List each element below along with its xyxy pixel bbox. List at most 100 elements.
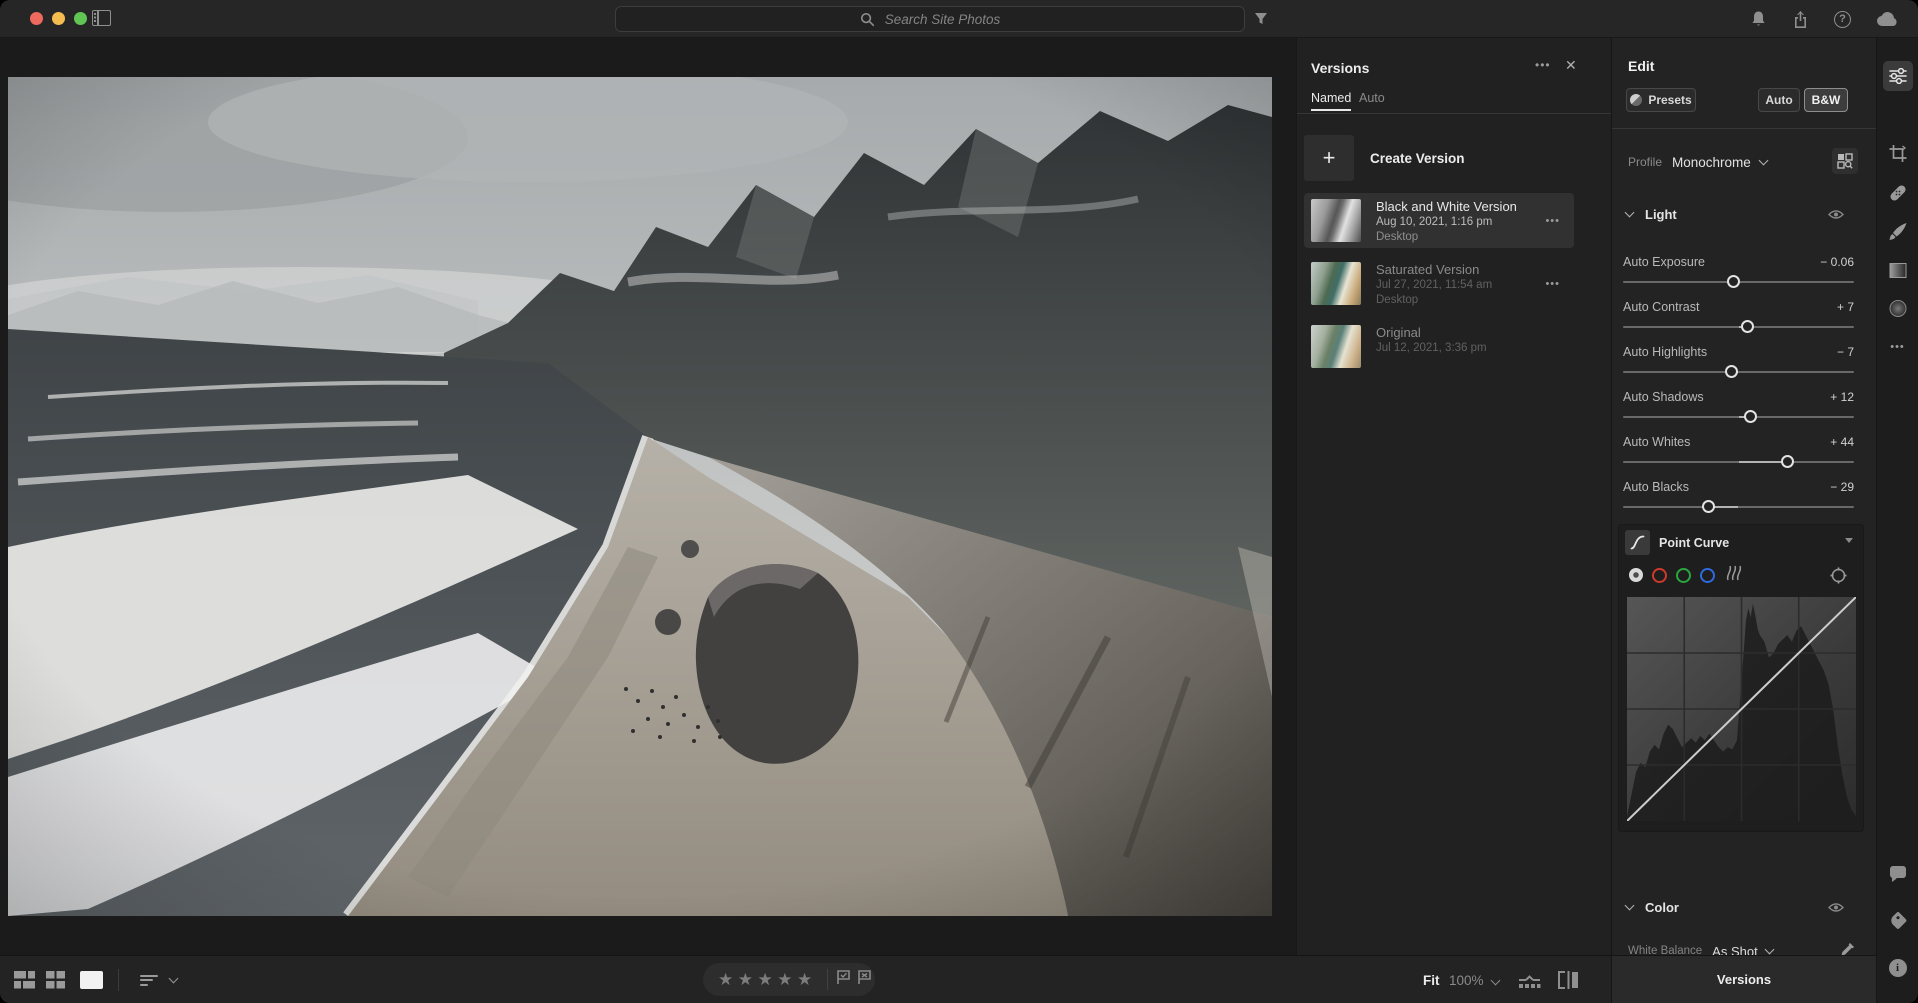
chevron-down-icon[interactable]: [1758, 155, 1768, 165]
filter-icon[interactable]: [1253, 11, 1269, 31]
white-balance-dropdown[interactable]: As Shot: [1712, 944, 1758, 956]
eyedropper-icon[interactable]: [1839, 941, 1856, 955]
chevron-down-icon: [1625, 900, 1635, 910]
eye-icon[interactable]: [1828, 207, 1844, 225]
slider-thumb[interactable]: [1781, 455, 1794, 468]
slider-track[interactable]: [1623, 506, 1854, 508]
slider-value: − 29: [1830, 480, 1854, 494]
star-rating[interactable]: ★★★★★: [718, 963, 813, 996]
zoom-chevron-icon[interactable]: [1491, 976, 1501, 986]
photo-grid-view-icon[interactable]: [14, 956, 35, 1003]
tone-curve-editor[interactable]: [1627, 597, 1856, 821]
channel-blue-button[interactable]: [1700, 568, 1715, 583]
pick-flag-icon[interactable]: [836, 970, 851, 989]
sort-icon[interactable]: [140, 956, 158, 1003]
radial-gradient-tool-icon[interactable]: [1889, 300, 1906, 317]
info-icon[interactable]: i: [1889, 959, 1907, 977]
edit-panel-title: Edit: [1628, 58, 1654, 74]
before-after-view-icon[interactable]: [1558, 956, 1578, 1003]
keywords-tag-icon[interactable]: [1891, 914, 1904, 927]
color-section-title: Color: [1645, 900, 1679, 915]
bottom-toolbar: ★★★★★ Fit 100%: [0, 955, 1611, 1003]
slider-thumb[interactable]: [1725, 365, 1738, 378]
star-icon[interactable]: ★: [797, 970, 813, 990]
filmstrip-toggle-icon[interactable]: [1518, 956, 1541, 1003]
parametric-curve-icon[interactable]: [1724, 565, 1742, 586]
eye-icon[interactable]: [1828, 900, 1844, 918]
maximize-window-button[interactable]: [74, 12, 87, 25]
slider-thumb[interactable]: [1702, 500, 1715, 513]
more-tools-icon[interactable]: •••: [1890, 341, 1905, 353]
curve-icon[interactable]: [1625, 530, 1650, 555]
sidebar-toggle-icon[interactable]: [92, 10, 111, 26]
notifications-bell-icon[interactable]: [1750, 10, 1767, 28]
auto-button[interactable]: Auto: [1758, 88, 1800, 112]
version-title: Original: [1376, 325, 1421, 340]
versions-footer-label: Versions: [1717, 972, 1771, 987]
slider-track[interactable]: [1623, 326, 1854, 328]
comments-icon[interactable]: [1890, 866, 1906, 878]
reject-flag-icon[interactable]: [857, 970, 872, 989]
slider-track[interactable]: [1623, 416, 1854, 418]
version-title: Black and White Version: [1376, 199, 1517, 214]
slider-label: Auto Exposure: [1623, 255, 1705, 269]
linear-gradient-tool-icon[interactable]: [1889, 263, 1906, 278]
channel-red-button[interactable]: [1652, 568, 1667, 583]
profile-browse-icon[interactable]: [1832, 148, 1858, 174]
help-icon[interactable]: ?: [1834, 11, 1851, 28]
slider-thumb[interactable]: [1741, 320, 1754, 333]
star-icon[interactable]: ★: [718, 970, 734, 990]
close-window-button[interactable]: [30, 12, 43, 25]
star-icon[interactable]: ★: [758, 970, 774, 990]
version-title: Saturated Version: [1376, 262, 1479, 277]
star-icon[interactable]: ★: [777, 970, 793, 990]
sort-chevron-icon[interactable]: [170, 956, 177, 1003]
slider-track[interactable]: [1623, 281, 1854, 283]
version-row-saturated[interactable]: Saturated Version Jul 27, 2021, 11:54 am…: [1304, 256, 1574, 311]
channel-green-button[interactable]: [1676, 568, 1691, 583]
tool-rail: ••• i: [1876, 38, 1918, 1003]
channel-luminance-button[interactable]: [1629, 568, 1643, 582]
targeted-adjustment-icon[interactable]: [1830, 567, 1847, 589]
presets-button[interactable]: Presets: [1626, 88, 1696, 112]
chevron-down-icon[interactable]: [1845, 538, 1853, 543]
create-version-button[interactable]: + Create Version: [1304, 134, 1574, 182]
tab-named[interactable]: Named: [1311, 91, 1351, 105]
profile-value-dropdown[interactable]: Monochrome: [1672, 155, 1751, 170]
light-section-header[interactable]: Light: [1626, 205, 1862, 223]
search-input[interactable]: Search Site Photos: [615, 6, 1245, 32]
cloud-sync-icon[interactable]: [1876, 12, 1898, 27]
app-window: Search Site Photos ?: [0, 0, 1918, 1003]
search-placeholder: Search Site Photos: [885, 12, 1001, 27]
slider-thumb[interactable]: [1727, 275, 1740, 288]
zoom-fit-button[interactable]: Fit: [1423, 956, 1440, 1003]
slider-track[interactable]: [1623, 461, 1854, 463]
healing-brush-icon[interactable]: [1888, 183, 1908, 203]
square-grid-view-icon[interactable]: [46, 956, 65, 1003]
version-row-original[interactable]: Original Jul 12, 2021, 3:36 pm: [1304, 319, 1574, 374]
version-thumbnail: [1311, 199, 1361, 242]
version-more-icon[interactable]: •••: [1545, 215, 1560, 227]
brush-tool-icon[interactable]: [1888, 222, 1907, 241]
slider-thumb[interactable]: [1744, 410, 1757, 423]
tab-auto[interactable]: Auto: [1359, 91, 1385, 105]
edit-tool-button[interactable]: [1883, 61, 1913, 91]
detail-view-icon[interactable]: [80, 956, 103, 1003]
slider-track[interactable]: [1623, 371, 1854, 373]
curve-channels: [1629, 563, 1855, 587]
minimize-window-button[interactable]: [52, 12, 65, 25]
versions-menu-icon[interactable]: •••: [1535, 58, 1551, 72]
color-section-header[interactable]: Color: [1626, 898, 1862, 916]
versions-footer-button[interactable]: Versions: [1611, 955, 1876, 1003]
version-more-icon[interactable]: •••: [1545, 278, 1560, 290]
crop-tool-icon[interactable]: [1888, 144, 1907, 163]
edit-panel: Edit Presets Auto B&W Profile Monochrome…: [1611, 38, 1876, 955]
star-icon[interactable]: ★: [738, 970, 754, 990]
versions-close-icon[interactable]: ✕: [1565, 57, 1577, 74]
zoom-level-value[interactable]: 100%: [1449, 956, 1484, 1003]
chevron-down-icon[interactable]: [1764, 944, 1774, 954]
share-icon[interactable]: [1792, 10, 1809, 29]
bw-button[interactable]: B&W: [1804, 88, 1848, 112]
version-row-black-and-white[interactable]: Black and White Version Aug 10, 2021, 1:…: [1304, 193, 1574, 248]
slider-label: Auto Blacks: [1623, 480, 1689, 494]
